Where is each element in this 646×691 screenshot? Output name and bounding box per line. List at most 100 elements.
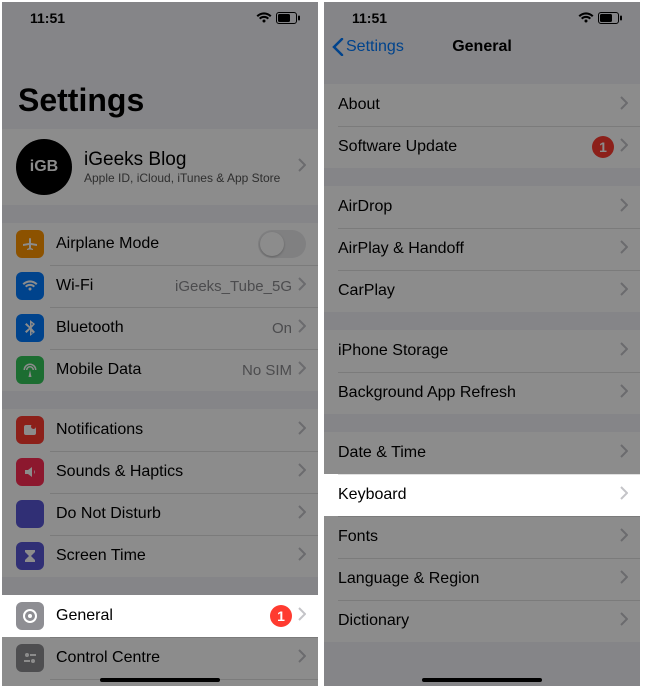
dnd-row[interactable]: Do Not Disturb <box>2 493 318 535</box>
airplane-toggle[interactable] <box>258 230 306 258</box>
chevron-right-icon <box>298 421 306 440</box>
control-centre-row[interactable]: Control Centre <box>2 637 318 679</box>
hourglass-icon <box>16 542 44 570</box>
chevron-right-icon <box>298 463 306 482</box>
chevron-right-icon <box>298 319 306 338</box>
chevron-right-icon <box>620 486 628 505</box>
software-update-label: Software Update <box>338 138 457 156</box>
bluetooth-icon <box>16 314 44 342</box>
chevron-right-icon <box>620 612 628 631</box>
about-row[interactable]: About <box>324 84 640 126</box>
dictionary-label: Dictionary <box>338 612 409 630</box>
chevron-right-icon <box>620 282 628 301</box>
battery-icon <box>276 12 300 24</box>
status-icons <box>256 12 300 24</box>
storage-label: iPhone Storage <box>338 342 448 360</box>
notifications-icon <box>16 416 44 444</box>
iphone-storage-row[interactable]: iPhone Storage <box>324 330 640 372</box>
background-refresh-row[interactable]: Background App Refresh <box>324 372 640 414</box>
carplay-row[interactable]: CarPlay <box>324 270 640 312</box>
back-button[interactable]: Settings <box>332 38 404 56</box>
apple-id-row[interactable]: iGB iGeeks Blog Apple ID, iCloud, iTunes… <box>2 129 318 205</box>
date-time-label: Date & Time <box>338 444 426 462</box>
chevron-right-icon <box>620 342 628 361</box>
status-icons <box>578 12 622 24</box>
chevron-right-icon <box>298 158 306 177</box>
airplane-mode-row[interactable]: Airplane Mode <box>2 223 318 265</box>
general-badge: 1 <box>270 605 292 627</box>
general-screen: 11:51 Settings General About Software Up… <box>324 2 640 686</box>
status-bar: 11:51 <box>324 2 640 28</box>
keyboard-row[interactable]: Keyboard <box>324 474 640 516</box>
chevron-right-icon <box>620 138 628 157</box>
chevron-right-icon <box>298 547 306 566</box>
status-bar: 11:51 <box>2 2 318 28</box>
back-label: Settings <box>346 38 404 56</box>
control-centre-label: Control Centre <box>56 649 160 667</box>
software-update-row[interactable]: Software Update 1 <box>324 126 640 168</box>
profile-name: iGeeks Blog <box>84 149 298 171</box>
bluetooth-detail: On <box>272 320 292 337</box>
wifi-icon <box>578 12 594 24</box>
mobile-data-row[interactable]: Mobile Data No SIM <box>2 349 318 391</box>
wifi-row-icon <box>16 272 44 300</box>
sliders-icon <box>16 644 44 672</box>
speaker-icon <box>16 458 44 486</box>
wifi-detail: iGeeks_Tube_5G <box>175 278 292 295</box>
airdrop-label: AirDrop <box>338 198 392 216</box>
airplay-row[interactable]: AirPlay & Handoff <box>324 228 640 270</box>
language-region-row[interactable]: Language & Region <box>324 558 640 600</box>
profile-subtitle: Apple ID, iCloud, iTunes & App Store <box>84 171 298 185</box>
notifications-row[interactable]: Notifications <box>2 409 318 451</box>
fonts-label: Fonts <box>338 528 378 546</box>
general-row[interactable]: General 1 <box>2 595 318 637</box>
fonts-row[interactable]: Fonts <box>324 516 640 558</box>
page-title: Settings <box>2 56 318 129</box>
battery-icon <box>598 12 622 24</box>
wifi-row[interactable]: Wi-Fi iGeeks_Tube_5G <box>2 265 318 307</box>
gear-icon <box>16 602 44 630</box>
chevron-right-icon <box>298 607 306 626</box>
wifi-label: Wi-Fi <box>56 277 93 295</box>
chevron-right-icon <box>620 570 628 589</box>
screen-time-label: Screen Time <box>56 547 146 565</box>
about-label: About <box>338 96 380 114</box>
chevron-right-icon <box>620 384 628 403</box>
settings-screen: 11:51 Settings iGB iGeeks Blog Apple ID,… <box>2 2 318 686</box>
notifications-label: Notifications <box>56 421 143 439</box>
home-indicator[interactable] <box>422 678 542 682</box>
chevron-right-icon <box>620 528 628 547</box>
wifi-icon <box>256 12 272 24</box>
home-indicator[interactable] <box>100 678 220 682</box>
chevron-left-icon <box>332 38 344 56</box>
keyboard-label: Keyboard <box>338 486 407 504</box>
date-time-row[interactable]: Date & Time <box>324 432 640 474</box>
airdrop-row[interactable]: AirDrop <box>324 186 640 228</box>
dnd-label: Do Not Disturb <box>56 505 161 523</box>
dictionary-row[interactable]: Dictionary <box>324 600 640 642</box>
antenna-icon <box>16 356 44 384</box>
chevron-right-icon <box>620 198 628 217</box>
bg-refresh-label: Background App Refresh <box>338 384 516 402</box>
screen-time-row[interactable]: Screen Time <box>2 535 318 577</box>
nav-bar: Settings General <box>324 28 640 66</box>
language-label: Language & Region <box>338 570 479 588</box>
chevron-right-icon <box>620 240 628 259</box>
status-time: 11:51 <box>352 10 387 26</box>
chevron-right-icon <box>298 361 306 380</box>
chevron-right-icon <box>620 96 628 115</box>
chevron-right-icon <box>620 444 628 463</box>
general-label: General <box>56 607 113 625</box>
bluetooth-row[interactable]: Bluetooth On <box>2 307 318 349</box>
mobile-data-detail: No SIM <box>242 362 292 379</box>
chevron-right-icon <box>298 277 306 296</box>
sounds-row[interactable]: Sounds & Haptics <box>2 451 318 493</box>
mobile-data-label: Mobile Data <box>56 361 141 379</box>
airplane-icon <box>16 230 44 258</box>
airplane-label: Airplane Mode <box>56 235 159 253</box>
chevron-right-icon <box>298 505 306 524</box>
sounds-label: Sounds & Haptics <box>56 463 183 481</box>
chevron-right-icon <box>298 649 306 668</box>
status-time: 11:51 <box>30 10 65 26</box>
software-update-badge: 1 <box>592 136 614 158</box>
